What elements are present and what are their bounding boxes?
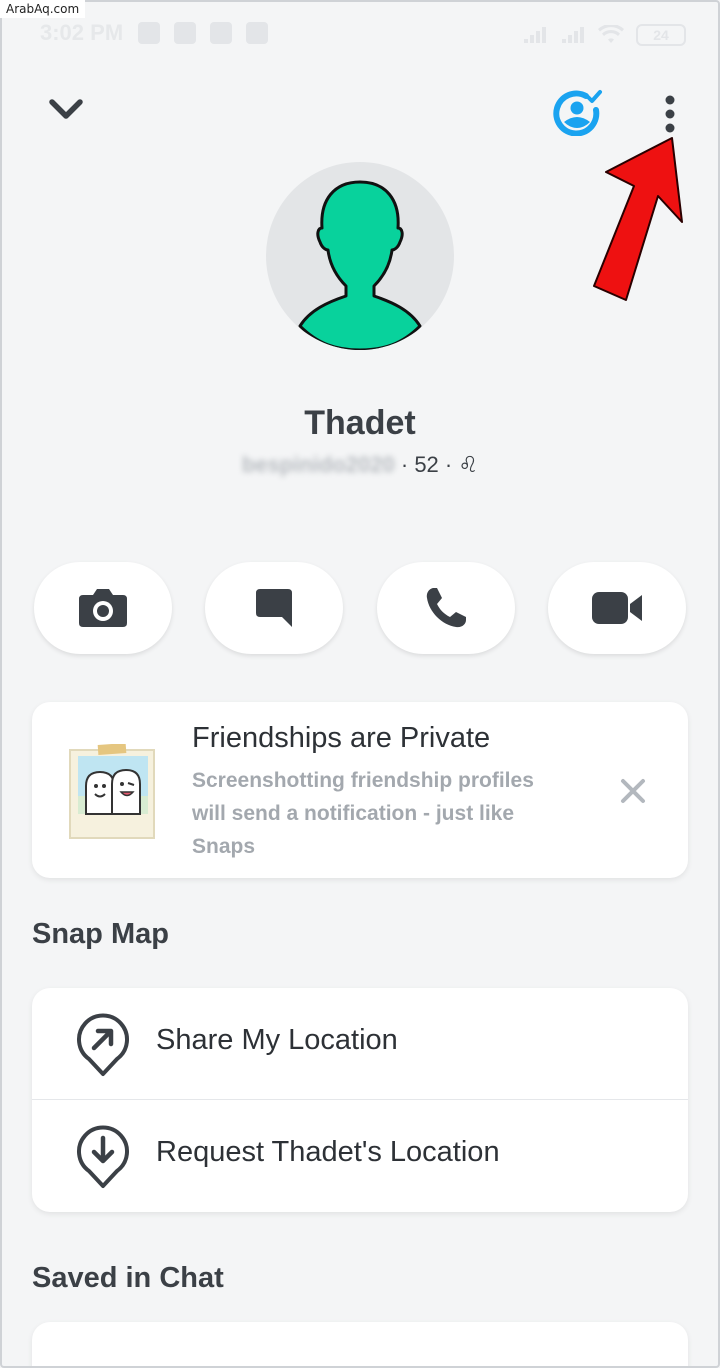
saved-in-chat-heading: Saved in Chat: [32, 1262, 224, 1294]
info-card-body: Screenshotting friendship profiles will …: [192, 769, 534, 858]
saved-in-chat-card[interactable]: [32, 1322, 688, 1368]
dismiss-card-button[interactable]: [618, 776, 648, 806]
notification-icon: [174, 22, 196, 44]
share-location-icon: [77, 1013, 129, 1076]
separator: ·: [400, 452, 409, 477]
system-icons: 24: [522, 24, 686, 46]
more-vertical-icon: [665, 95, 675, 133]
chat-button[interactable]: [205, 562, 343, 654]
bitmoji-silhouette-icon: [298, 180, 422, 350]
tiktok-icon: [246, 22, 268, 44]
camera-button[interactable]: [34, 562, 172, 654]
friend-status-button[interactable]: [552, 88, 604, 137]
share-location-label: Share My Location: [156, 1024, 398, 1056]
status-bar: 3:02 PM 24: [0, 0, 720, 70]
wifi-icon: [598, 25, 624, 43]
request-location-label: Request Thadet's Location: [156, 1136, 500, 1168]
request-location-row[interactable]: Request Thadet's Location: [32, 1100, 688, 1212]
signal-icon: [524, 27, 546, 43]
notification-icon: [138, 22, 160, 44]
friendship-privacy-card: Friendships are Private Screenshotting f…: [32, 702, 688, 878]
polaroid-ghosts-icon: [69, 744, 155, 839]
more-options-button[interactable]: [652, 90, 688, 138]
share-my-location-row[interactable]: Share My Location: [32, 988, 688, 1100]
call-button[interactable]: [377, 562, 515, 654]
red-arrow-annotation: [593, 137, 683, 301]
chat-icon: [256, 589, 292, 627]
notification-icons: [138, 22, 268, 44]
camera-icon: [79, 589, 127, 627]
facebook-icon: [210, 22, 232, 44]
status-time: 3:02 PM: [40, 20, 124, 45]
phone-icon: [426, 588, 466, 628]
video-icon: [592, 592, 642, 624]
action-row: [34, 562, 686, 656]
watermark: ArabAq.com: [0, 0, 86, 18]
user-info: bespinido2020 · 52 · ♌: [0, 452, 720, 478]
close-icon: [621, 779, 645, 803]
username: bespinido2020: [241, 452, 395, 477]
avatar[interactable]: [266, 162, 454, 350]
chevron-down-icon: [49, 99, 83, 119]
zodiac-icon: ♌: [458, 452, 479, 477]
separator: ·: [444, 452, 453, 477]
snap-map-card: Share My Location Request Thadet's Locat…: [32, 988, 688, 1212]
display-name: Thadet: [304, 404, 416, 442]
signal-icon: [562, 27, 584, 43]
battery-indicator: 24: [636, 24, 686, 46]
back-button[interactable]: [44, 92, 88, 128]
snap-score: 52: [414, 452, 439, 477]
video-call-button[interactable]: [548, 562, 686, 654]
snap-map-heading: Snap Map: [32, 918, 169, 950]
friend-check-icon: [553, 90, 602, 137]
request-location-icon: [77, 1125, 129, 1188]
info-card-title: Friendships are Private: [192, 722, 491, 754]
